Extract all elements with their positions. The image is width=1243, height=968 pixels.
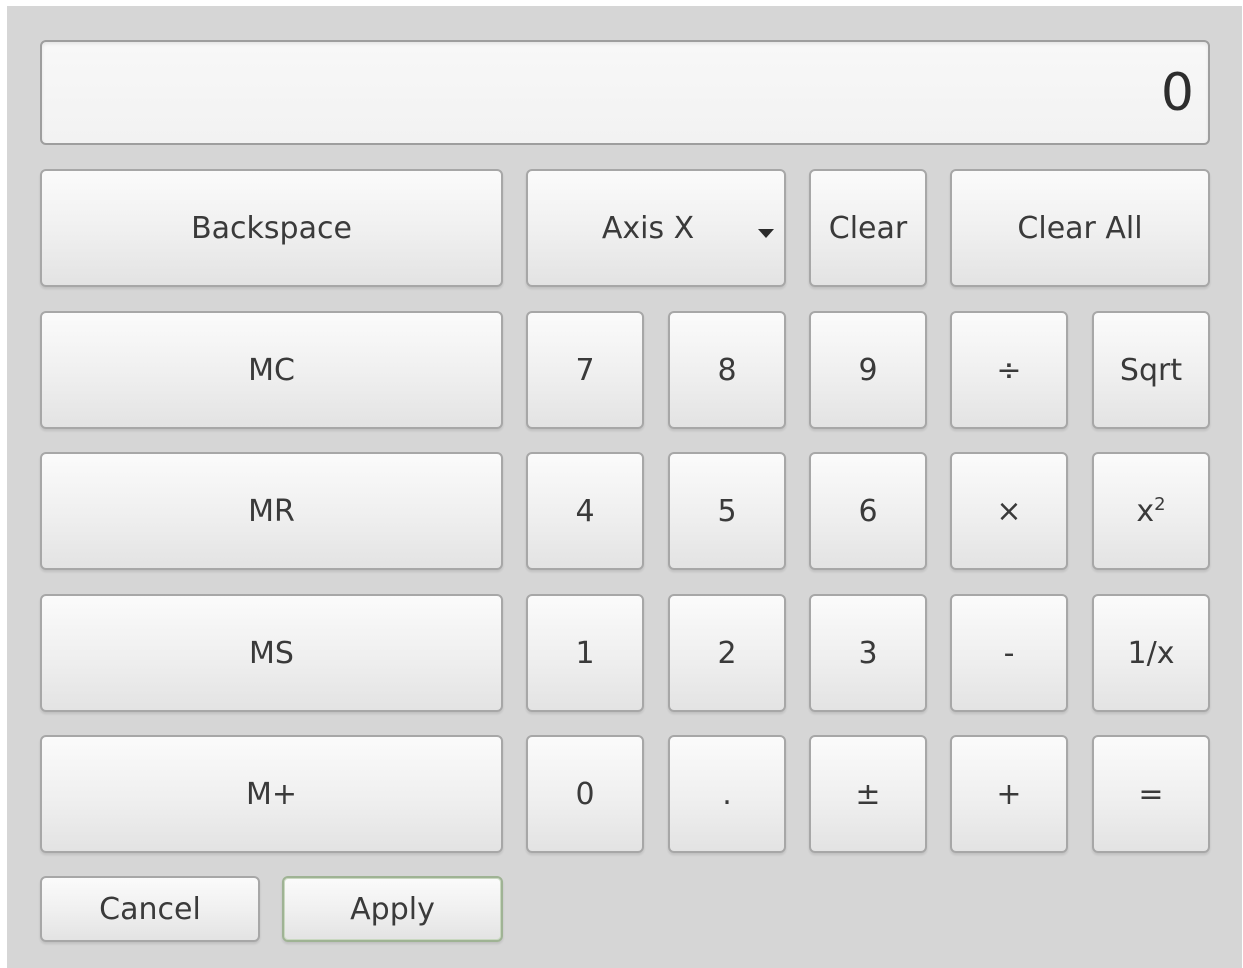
clear-label: Clear (828, 210, 908, 246)
digit-5-label: 5 (717, 493, 737, 529)
apply-label: Apply (350, 891, 435, 927)
calculator-display: 0 (40, 40, 1210, 145)
digit-3-label: 3 (858, 635, 878, 671)
axis-dropdown[interactable]: Axis X (526, 169, 786, 287)
digit-3-button[interactable]: 3 (809, 594, 927, 712)
memory-clear-label: MC (248, 352, 295, 388)
multiply-label: × (996, 493, 1022, 529)
minus-label: - (1003, 635, 1015, 671)
reciprocal-button[interactable]: 1/x (1092, 594, 1210, 712)
decimal-label: . (722, 776, 732, 812)
cancel-button[interactable]: Cancel (40, 876, 260, 942)
square-exponent: 2 (1154, 493, 1166, 515)
backspace-label: Backspace (191, 210, 352, 246)
digit-2-button[interactable]: 2 (668, 594, 786, 712)
equals-label: = (1138, 776, 1164, 812)
digit-1-button[interactable]: 1 (526, 594, 644, 712)
digit-0-button[interactable]: 0 (526, 735, 644, 853)
reciprocal-label: 1/x (1127, 635, 1175, 671)
memory-clear-button[interactable]: MC (40, 311, 503, 429)
multiply-button[interactable]: × (950, 452, 1068, 570)
cancel-label: Cancel (99, 891, 201, 927)
sqrt-label: Sqrt (1119, 352, 1183, 388)
equals-button[interactable]: = (1092, 735, 1210, 853)
apply-button[interactable]: Apply (282, 876, 503, 942)
memory-add-button[interactable]: M+ (40, 735, 503, 853)
digit-1-label: 1 (575, 635, 595, 671)
digit-8-button[interactable]: 8 (668, 311, 786, 429)
sqrt-button[interactable]: Sqrt (1092, 311, 1210, 429)
memory-recall-label: MR (248, 493, 295, 529)
display-value: 0 (1160, 62, 1194, 123)
digit-7-label: 7 (575, 352, 595, 388)
digit-7-button[interactable]: 7 (526, 311, 644, 429)
plus-minus-label: ± (855, 776, 881, 812)
digit-4-label: 4 (575, 493, 595, 529)
memory-store-label: MS (249, 635, 294, 671)
digit-5-button[interactable]: 5 (668, 452, 786, 570)
clear-all-button[interactable]: Clear All (950, 169, 1210, 287)
minus-button[interactable]: - (950, 594, 1068, 712)
digit-4-button[interactable]: 4 (526, 452, 644, 570)
digit-2-label: 2 (717, 635, 737, 671)
digit-9-label: 9 (858, 352, 878, 388)
plus-minus-button[interactable]: ± (809, 735, 927, 853)
digit-0-label: 0 (575, 776, 595, 812)
axis-dropdown-label: Axis X (601, 210, 695, 246)
memory-recall-button[interactable]: MR (40, 452, 503, 570)
plus-label: + (996, 776, 1022, 812)
chevron-down-icon (758, 229, 774, 238)
digit-9-button[interactable]: 9 (809, 311, 927, 429)
backspace-button[interactable]: Backspace (40, 169, 503, 287)
plus-button[interactable]: + (950, 735, 1068, 853)
square-base: x (1136, 493, 1155, 529)
divide-label: ÷ (996, 352, 1022, 388)
digit-6-label: 6 (858, 493, 878, 529)
square-button[interactable]: x2 (1092, 452, 1210, 570)
decimal-button[interactable]: . (668, 735, 786, 853)
divide-button[interactable]: ÷ (950, 311, 1068, 429)
clear-all-label: Clear All (1017, 210, 1143, 246)
memory-add-label: M+ (245, 776, 298, 812)
clear-button[interactable]: Clear (809, 169, 927, 287)
memory-store-button[interactable]: MS (40, 594, 503, 712)
digit-6-button[interactable]: 6 (809, 452, 927, 570)
digit-8-label: 8 (717, 352, 737, 388)
square-label: x2 (1136, 494, 1165, 529)
